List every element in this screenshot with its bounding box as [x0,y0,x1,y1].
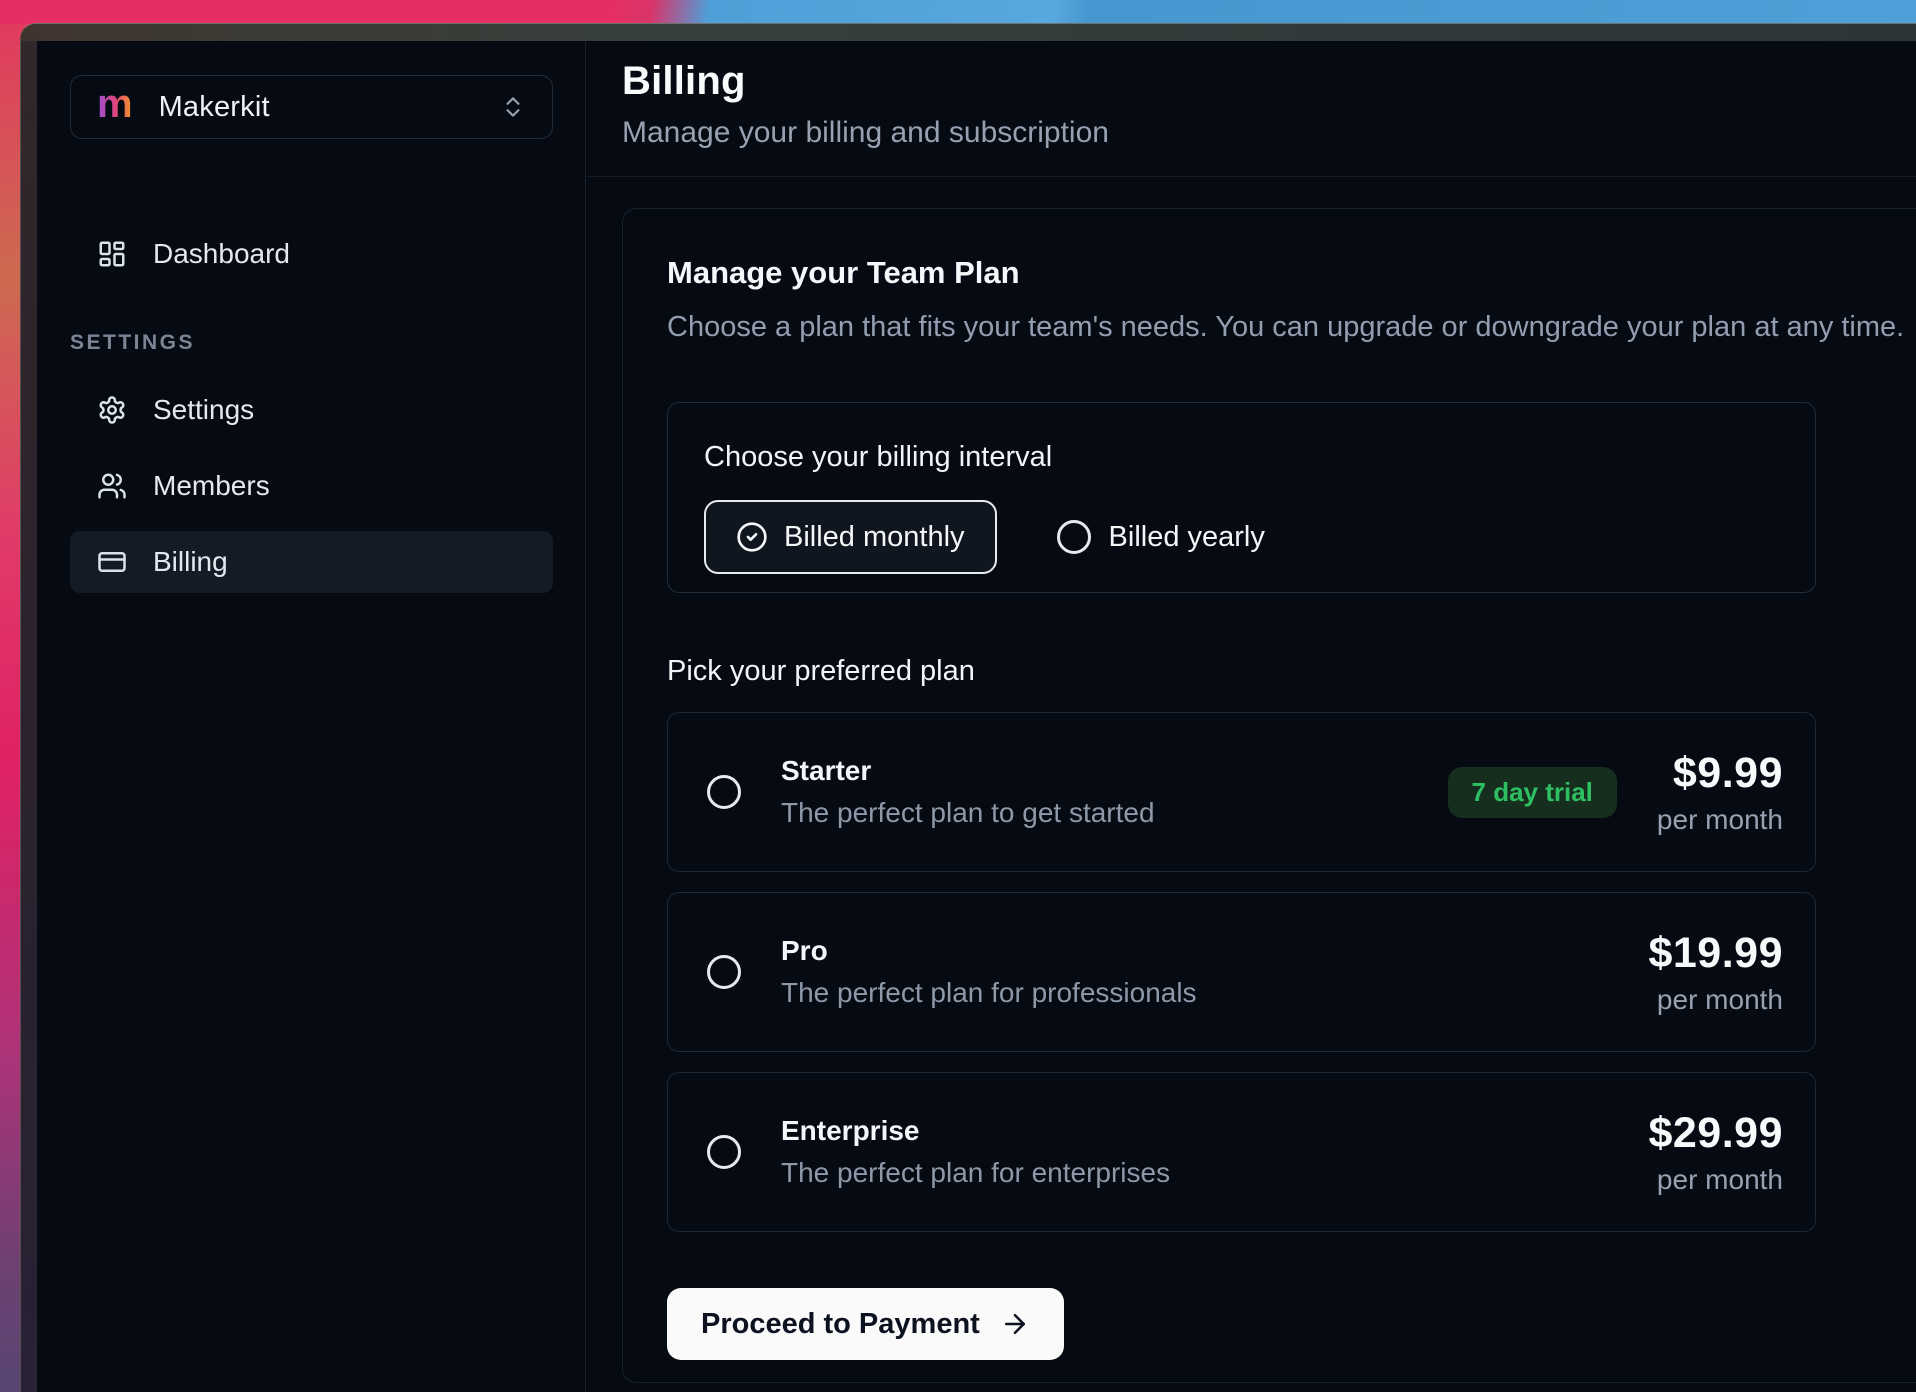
trial-badge: 7 day trial [1448,767,1617,818]
plan-description: The perfect plan for professionals [781,977,1197,1009]
proceed-to-payment-button[interactable]: Proceed to Payment [667,1288,1064,1360]
plan-period: per month [1657,984,1783,1016]
plan-description: The perfect plan to get started [781,797,1155,829]
interval-option-label: Billed monthly [784,521,965,554]
sidebar-item-label: Settings [153,394,254,426]
interval-option-monthly[interactable]: Billed monthly [704,500,997,574]
app-window: m Makerkit Dashboard SETTINGS [20,23,1916,1392]
window-title-bar [21,24,1916,41]
plan-pricing: $19.99 per month [1648,929,1783,1016]
plan-option-enterprise[interactable]: Enterprise The perfect plan for enterpri… [667,1072,1816,1232]
makerkit-logo-icon: m [97,84,133,124]
page-header: Billing Manage your billing and subscrip… [586,41,1916,177]
sidebar-item-members[interactable]: Members [70,455,553,517]
plan-period: per month [1657,1164,1783,1196]
sidebar-item-label: Billing [153,546,228,578]
team-plan-card: Manage your Team Plan Choose a plan that… [622,208,1916,1383]
page-title: Billing [622,59,1880,104]
page-subtitle: Manage your billing and subscription [622,116,1880,150]
main-panel: Billing Manage your billing and subscrip… [585,41,1916,1392]
plan-pricing: $9.99 per month [1657,749,1783,836]
plan-name: Enterprise [781,1115,1170,1147]
sidebar-nav: Dashboard SETTINGS Settings Members [70,223,553,593]
radio-circle-icon [1057,520,1091,554]
billing-interval-heading: Choose your billing interval [704,441,1779,474]
workspace-name: Makerkit [159,91,270,124]
gear-icon [97,395,127,425]
credit-card-icon [97,547,127,577]
plan-option-pro[interactable]: Pro The perfect plan for professionals $… [667,892,1816,1052]
sidebar-section-settings: SETTINGS [70,331,553,355]
plan-picker-heading: Pick your preferred plan [667,655,1816,688]
sidebar: m Makerkit Dashboard SETTINGS [37,41,585,1392]
app-root: m Makerkit Dashboard SETTINGS [37,41,1916,1392]
plan-name: Pro [781,935,1197,967]
sidebar-item-billing[interactable]: Billing [70,531,553,593]
plan-info: Starter The perfect plan to get started [781,755,1155,829]
sidebar-item-label: Dashboard [153,238,290,270]
plan-description: The perfect plan for enterprises [781,1157,1170,1189]
plan-option-starter[interactable]: Starter The perfect plan to get started … [667,712,1816,872]
plan-price: $29.99 [1648,1109,1783,1158]
sidebar-item-label: Members [153,470,270,502]
sidebar-item-dashboard[interactable]: Dashboard [70,223,553,285]
chevrons-up-down-icon [500,94,526,120]
billing-interval-options: Billed monthly Billed yearly [704,500,1779,574]
window-left-edge [21,41,37,1392]
cta-label: Proceed to Payment [701,1308,980,1341]
radio-circle-icon [707,955,741,989]
users-icon [97,471,127,501]
plan-price: $19.99 [1648,929,1783,978]
interval-option-label: Billed yearly [1109,521,1265,554]
workspace-selector[interactable]: m Makerkit [70,75,553,139]
desktop-wallpaper-top [0,0,1916,24]
plan-period: per month [1657,804,1783,836]
plan-name: Starter [781,755,1155,787]
arrow-right-icon [1000,1309,1030,1339]
circle-check-icon [736,521,768,553]
page-content: Manage your Team Plan Choose a plan that… [586,177,1916,1392]
plan-info: Pro The perfect plan for professionals [781,935,1197,1009]
sidebar-item-settings[interactable]: Settings [70,379,553,441]
radio-circle-icon [707,775,741,809]
radio-circle-icon [707,1135,741,1169]
dashboard-icon [97,239,127,269]
card-description: Choose a plan that fits your team's need… [667,311,1916,344]
billing-interval-box: Choose your billing interval Billed mont… [667,402,1816,593]
interval-option-yearly[interactable]: Billed yearly [1057,520,1265,554]
plan-price: $9.99 [1673,749,1783,798]
card-title: Manage your Team Plan [667,255,1916,291]
plan-info: Enterprise The perfect plan for enterpri… [781,1115,1170,1189]
plan-pricing: $29.99 per month [1648,1109,1783,1196]
